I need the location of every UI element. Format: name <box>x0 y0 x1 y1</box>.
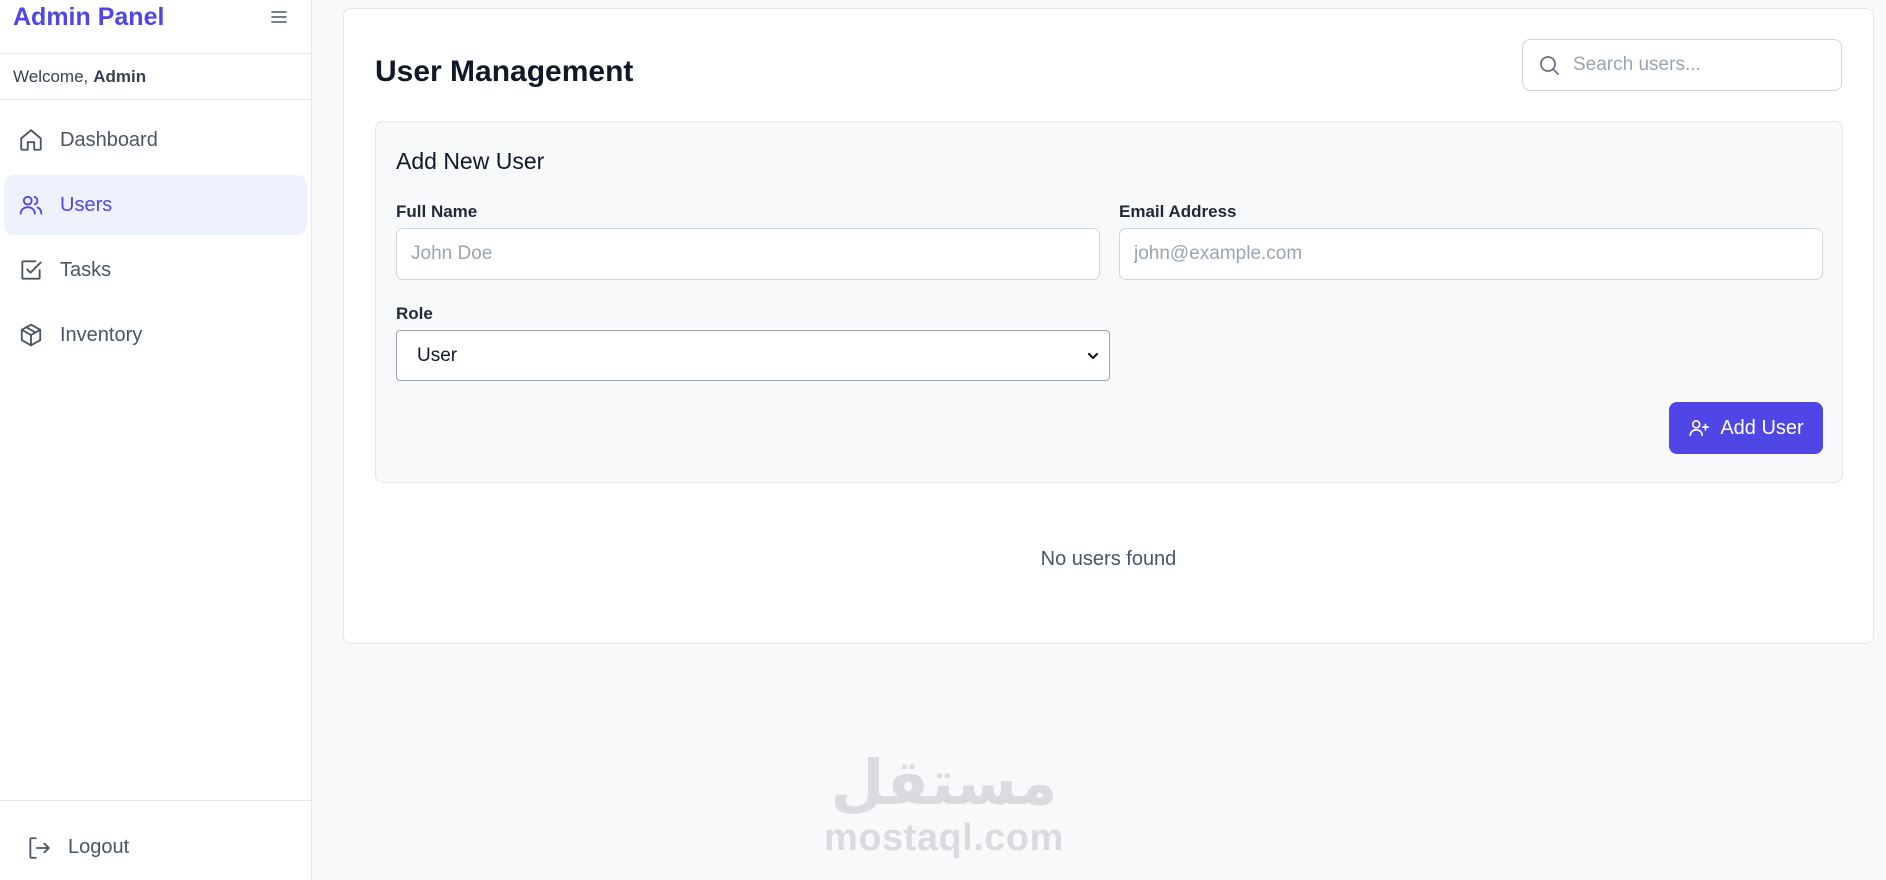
page-title: User Management <box>375 55 634 88</box>
sidebar-header: Admin Panel <box>0 0 311 54</box>
sidebar-footer: Logout <box>0 800 311 880</box>
sidebar-item-dashboard[interactable]: Dashboard <box>4 110 307 170</box>
sidebar-item-inventory[interactable]: Inventory <box>4 305 307 365</box>
empty-state-message: No users found <box>1040 548 1177 570</box>
sidebar-item-users[interactable]: Users <box>4 175 307 235</box>
logout-icon <box>29 836 50 859</box>
logout-label: Logout <box>68 836 130 858</box>
brand-title: Admin Panel <box>13 3 165 31</box>
sidebar: Admin Panel Welcome, Admin Dashboard Use… <box>0 0 312 880</box>
email-label: Email Address <box>1119 202 1237 221</box>
welcome-user: Admin <box>93 66 147 86</box>
watermark-latin: mostaql.com <box>824 817 1064 859</box>
user-plus-icon <box>1689 420 1710 437</box>
menu-icon[interactable] <box>267 5 291 29</box>
user-management-card: User Management Add New User Full Name E… <box>343 8 1874 644</box>
watermark-logo: مستقل mostaql.com <box>824 746 1064 859</box>
logout-button[interactable]: Logout <box>26 835 129 861</box>
welcome-text: Welcome, Admin <box>0 54 311 100</box>
sidebar-nav: Dashboard Users Tasks Inventory <box>0 100 311 365</box>
role-select[interactable]: User <box>396 330 1110 381</box>
sidebar-item-label: Dashboard <box>60 128 158 151</box>
home-icon <box>20 129 42 151</box>
welcome-prefix: Welcome, <box>13 66 89 86</box>
full-name-field[interactable] <box>396 228 1100 280</box>
add-user-button[interactable]: Add User <box>1669 402 1823 454</box>
sidebar-item-tasks[interactable]: Tasks <box>4 240 307 300</box>
search-icon <box>1540 56 1559 75</box>
search-box <box>1522 39 1842 91</box>
role-label: Role <box>396 304 433 323</box>
role-select-value: User <box>417 344 458 366</box>
form-title: Add New User <box>396 148 545 174</box>
watermark-arabic: مستقل <box>830 746 1058 819</box>
sidebar-item-label: Tasks <box>60 258 112 281</box>
email-field[interactable] <box>1119 228 1823 280</box>
sidebar-item-label: Users <box>60 193 113 216</box>
full-name-label: Full Name <box>396 202 478 221</box>
check-square-icon <box>21 260 42 280</box>
add-user-form: Add New User Full Name Email Address Rol… <box>375 121 1843 483</box>
box-icon <box>20 323 42 347</box>
add-user-label: Add User <box>1720 416 1804 439</box>
sidebar-item-label: Inventory <box>60 323 143 346</box>
search-input[interactable] <box>1573 54 1823 76</box>
users-icon <box>19 195 43 215</box>
chevron-down-icon <box>1087 352 1099 359</box>
